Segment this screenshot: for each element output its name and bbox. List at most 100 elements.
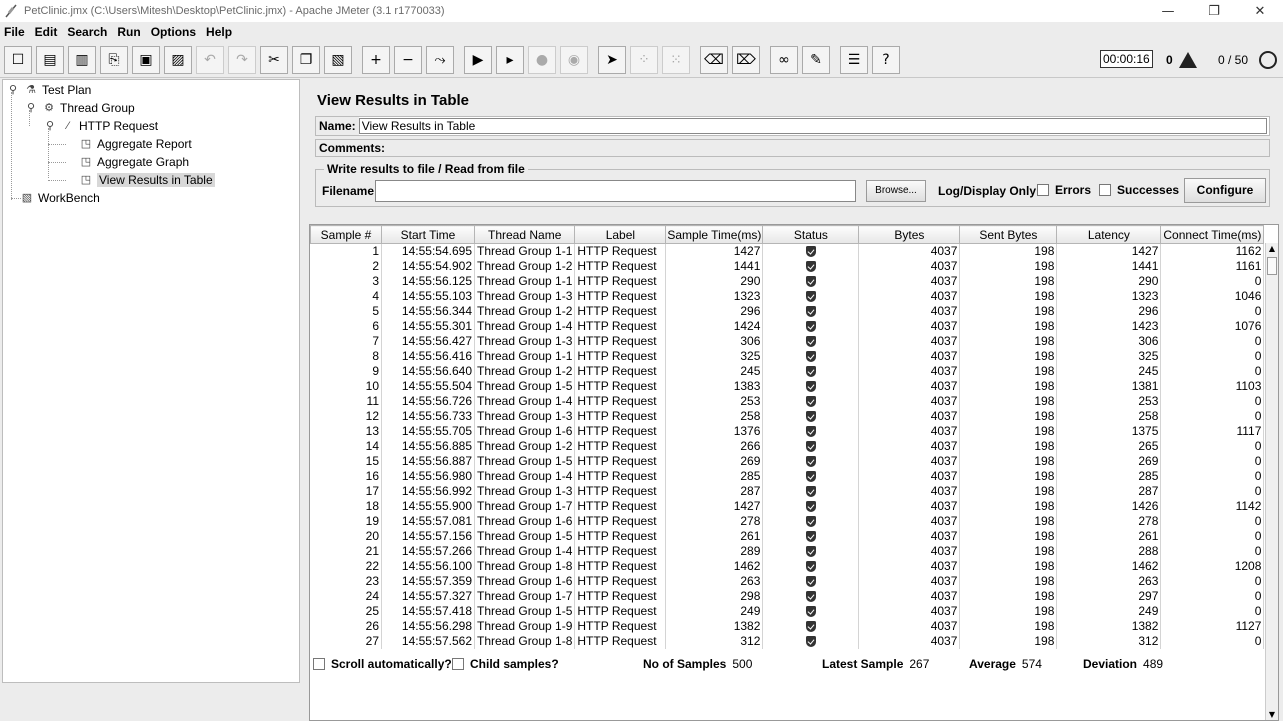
column-header[interactable]: Bytes <box>858 225 961 244</box>
child-samples-box[interactable] <box>452 658 464 670</box>
table-row[interactable]: 2 14:55:54.902 Thread Group 1-2 HTTP Reques… <box>310 259 1265 274</box>
shutdown-icon[interactable]: ◉ <box>560 45 588 74</box>
table-row[interactable]: 7 14:55:56.427 Thread Group 1-3 HTTP Reques… <box>310 334 1265 349</box>
table-row[interactable]: 13 14:55:55.705 Thread Group 1-6 HTTP Reque… <box>310 424 1265 439</box>
table-row[interactable]: 22 14:55:56.100 Thread Group 1-8 HTTP Reque… <box>310 559 1265 574</box>
undo-icon[interactable]: ↶ <box>196 45 224 74</box>
cut-icon[interactable]: ✂ <box>260 45 288 74</box>
column-header[interactable]: Label <box>574 225 667 244</box>
paste-icon[interactable]: ▧ <box>324 45 352 74</box>
tree-item-view-results-table[interactable]: ◳ View Results in Table <box>79 171 215 188</box>
table-row[interactable]: 6 14:55:55.301 Thread Group 1-4 HTTP Reques… <box>310 319 1265 334</box>
remote-stop-icon[interactable]: ⁘ <box>630 45 658 74</box>
table-row[interactable]: 17 14:55:56.992 Thread Group 1-3 HTTP Reque… <box>310 484 1265 499</box>
table-row[interactable]: 1 14:55:54.695 Thread Group 1-1 HTTP Reques… <box>310 243 1265 259</box>
minimize-button[interactable]: — <box>1145 0 1191 22</box>
remote-start-icon[interactable]: ➤ <box>598 45 626 74</box>
expand-icon[interactable]: + <box>362 45 390 74</box>
table-row[interactable]: 15 14:55:56.887 Thread Group 1-5 HTTP Reque… <box>310 454 1265 469</box>
warning-indicator[interactable]: 0 <box>1166 52 1197 68</box>
save-icon[interactable]: ▣ <box>132 45 160 74</box>
table-row[interactable]: 5 14:55:56.344 Thread Group 1-2 HTTP Reques… <box>310 304 1265 319</box>
start-icon[interactable]: ▶ <box>464 45 492 74</box>
table-row[interactable]: 18 14:55:55.900 Thread Group 1-7 HTTP Reque… <box>310 499 1265 514</box>
filename-input[interactable] <box>375 180 856 202</box>
table-vertical-scrollbar[interactable]: ▲ ▼ <box>1265 243 1278 720</box>
column-header[interactable]: Thread Name <box>473 225 576 244</box>
maximize-button[interactable]: ❐ <box>1191 0 1237 22</box>
errors-checkbox-box[interactable] <box>1037 184 1049 196</box>
toggle-open-icon[interactable]: ⚲ <box>6 83 20 97</box>
help-icon[interactable]: ? <box>872 45 900 74</box>
toggle-open-icon[interactable]: ⚲ <box>43 119 57 133</box>
templates-icon[interactable]: ▤ <box>36 45 64 74</box>
errors-checkbox[interactable]: Errors <box>1037 183 1091 197</box>
column-header[interactable]: Start Time <box>381 225 475 244</box>
table-row[interactable]: 12 14:55:56.733 Thread Group 1-3 HTTP Reque… <box>310 409 1265 424</box>
table-row[interactable]: 9 14:55:56.640 Thread Group 1-2 HTTP Reques… <box>310 364 1265 379</box>
clear-icon[interactable]: ⌫ <box>700 45 728 74</box>
table-row[interactable]: 26 14:55:56.298 Thread Group 1-9 HTTP Reque… <box>310 619 1265 634</box>
tree-item-aggregate-report[interactable]: ◳ Aggregate Report <box>79 135 192 152</box>
configure-button[interactable]: Configure <box>1184 178 1266 203</box>
scroll-down-arrow-icon[interactable]: ▼ <box>1266 709 1278 720</box>
table-row[interactable]: 24 14:55:57.327 Thread Group 1-7 HTTP Reque… <box>310 589 1265 604</box>
column-header[interactable]: Connect Time(ms) <box>1160 225 1265 244</box>
menu-file[interactable]: File <box>4 25 25 39</box>
menu-search[interactable]: Search <box>67 25 107 39</box>
scroll-automatically-checkbox[interactable]: Scroll automatically? <box>313 657 458 671</box>
column-header[interactable]: Sent Bytes <box>959 225 1058 244</box>
scroll-up-arrow-icon[interactable]: ▲ <box>1266 243 1278 255</box>
toggle-icon[interactable]: ⤳ <box>426 45 454 74</box>
table-row[interactable]: 27 14:55:57.562 Thread Group 1-8 HTTP Reque… <box>310 634 1265 649</box>
remote-shutdown-icon[interactable]: ⁙ <box>662 45 690 74</box>
close-button[interactable]: ✕ <box>1237 0 1283 22</box>
menu-help[interactable]: Help <box>206 25 232 39</box>
table-row[interactable]: 10 14:55:55.504 Thread Group 1-5 HTTP Reque… <box>310 379 1265 394</box>
column-header[interactable]: Sample # <box>310 225 382 244</box>
table-row[interactable]: 14 14:55:56.885 Thread Group 1-2 HTTP Reque… <box>310 439 1265 454</box>
tree-item-test-plan[interactable]: ⚲ ⚗ Test Plan <box>6 81 91 98</box>
browse-button[interactable]: Browse... <box>866 180 926 202</box>
open-icon[interactable]: ▥ <box>68 45 96 74</box>
table-row[interactable]: 4 14:55:55.103 Thread Group 1-3 HTTP Reques… <box>310 289 1265 304</box>
column-header[interactable]: Sample Time(ms) <box>665 225 764 244</box>
name-input[interactable] <box>358 118 1267 134</box>
start-no-pause-icon[interactable]: ▸ <box>496 45 524 74</box>
table-row[interactable]: 23 14:55:57.359 Thread Group 1-6 HTTP Reque… <box>310 574 1265 589</box>
menu-options[interactable]: Options <box>151 25 196 39</box>
copy-icon[interactable]: ❐ <box>292 45 320 74</box>
table-row[interactable]: 8 14:55:56.416 Thread Group 1-1 HTTP Reques… <box>310 349 1265 364</box>
recent-icon[interactable]: ⎘ <box>100 45 128 74</box>
save-as-icon[interactable]: ▨ <box>164 45 192 74</box>
column-header[interactable]: Latency <box>1056 225 1162 244</box>
tree-item-thread-group[interactable]: ⚲ ⚙ Thread Group <box>24 99 135 116</box>
table-row[interactable]: 25 14:55:57.418 Thread Group 1-5 HTTP Reque… <box>310 604 1265 619</box>
clear-all-icon[interactable]: ⌦ <box>732 45 760 74</box>
redo-icon[interactable]: ↷ <box>228 45 256 74</box>
table-row[interactable]: 19 14:55:57.081 Thread Group 1-6 HTTP Reque… <box>310 514 1265 529</box>
successes-checkbox-box[interactable] <box>1099 184 1111 196</box>
table-row[interactable]: 20 14:55:57.156 Thread Group 1-5 HTTP Reque… <box>310 529 1265 544</box>
scroll-automatically-box[interactable] <box>313 658 325 670</box>
new-icon[interactable]: ☐ <box>4 45 32 74</box>
menu-run[interactable]: Run <box>117 25 140 39</box>
stop-icon[interactable]: ● <box>528 45 556 74</box>
column-header[interactable]: Status <box>762 225 860 244</box>
table-row[interactable]: 21 14:55:57.266 Thread Group 1-4 HTTP Reque… <box>310 544 1265 559</box>
toggle-open-icon[interactable]: ⚲ <box>24 101 38 115</box>
reset-search-icon[interactable]: ✎ <box>802 45 830 74</box>
successes-checkbox[interactable]: Successes <box>1099 183 1179 197</box>
tree-item-http-request[interactable]: ⚲ ⁄ HTTP Request <box>43 117 158 134</box>
search-binoculars-icon[interactable]: ∞ <box>770 45 798 74</box>
table-row[interactable]: 16 14:55:56.980 Thread Group 1-4 HTTP Reque… <box>310 469 1265 484</box>
table-row[interactable]: 11 14:55:56.726 Thread Group 1-4 HTTP Reque… <box>310 394 1265 409</box>
scroll-thumb[interactable] <box>1267 257 1277 275</box>
tree-item-workbench[interactable]: ▧ WorkBench <box>20 189 100 206</box>
child-samples-checkbox[interactable]: Child samples? <box>452 657 565 671</box>
tree-item-aggregate-graph[interactable]: ◳ Aggregate Graph <box>79 153 189 170</box>
function-helper-icon[interactable]: ☰ <box>840 45 868 74</box>
collapse-icon[interactable]: − <box>394 45 422 74</box>
table-row[interactable]: 3 14:55:56.125 Thread Group 1-1 HTTP Reques… <box>310 274 1265 289</box>
menu-edit[interactable]: Edit <box>35 25 58 39</box>
